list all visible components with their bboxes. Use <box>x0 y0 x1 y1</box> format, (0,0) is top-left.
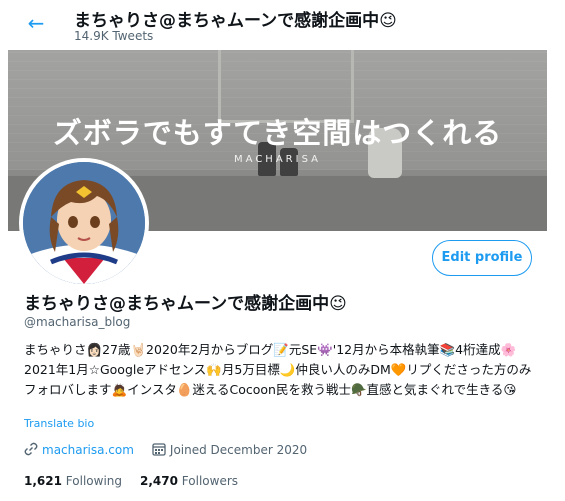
tweet-count: 14.9K Tweets <box>74 29 154 43</box>
profile-display-name: まちゃりさ@まちゃムーンで感謝企画中😉 <box>24 294 347 314</box>
header-title: まちゃりさ@まちゃムーンで感謝企画中😉 <box>74 11 397 31</box>
edit-profile-button[interactable]: Edit profile <box>432 240 532 276</box>
followers-count: 2,470 <box>140 474 178 488</box>
arrow-left-icon: ← <box>27 11 45 35</box>
translate-bio-link[interactable]: Translate bio <box>24 417 94 430</box>
follow-stats: 1,621 Following 2,470 Followers <box>24 474 238 488</box>
profile-handle: @macharisa_blog <box>24 315 131 329</box>
avatar[interactable] <box>19 158 149 288</box>
following-label: Following <box>65 474 122 488</box>
profile-bio: まちゃりさ👩🏻27歳🤘🏻2020年2月からブログ📝元SE👾'12月から本格執筆📚… <box>24 342 532 397</box>
profile-meta: macharisa.com Joined December 2020 <box>24 442 307 457</box>
banner-headline: ズボラでもすてき空間はつくれる <box>52 116 503 150</box>
avatar-illustration <box>23 162 145 284</box>
following-link[interactable]: 1,621 Following <box>24 474 122 488</box>
calendar-icon <box>152 443 166 456</box>
followers-link[interactable]: 2,470 Followers <box>140 474 238 488</box>
following-count: 1,621 <box>24 474 62 488</box>
joined-date: Joined December 2020 <box>169 443 308 457</box>
top-bar: ← まちゃりさ@まちゃムーンで感謝企画中😉 14.9K Tweets <box>0 0 565 50</box>
website-link[interactable]: macharisa.com <box>42 443 134 457</box>
followers-label: Followers <box>181 474 239 488</box>
back-button[interactable]: ← <box>22 9 50 37</box>
link-icon <box>24 442 38 456</box>
